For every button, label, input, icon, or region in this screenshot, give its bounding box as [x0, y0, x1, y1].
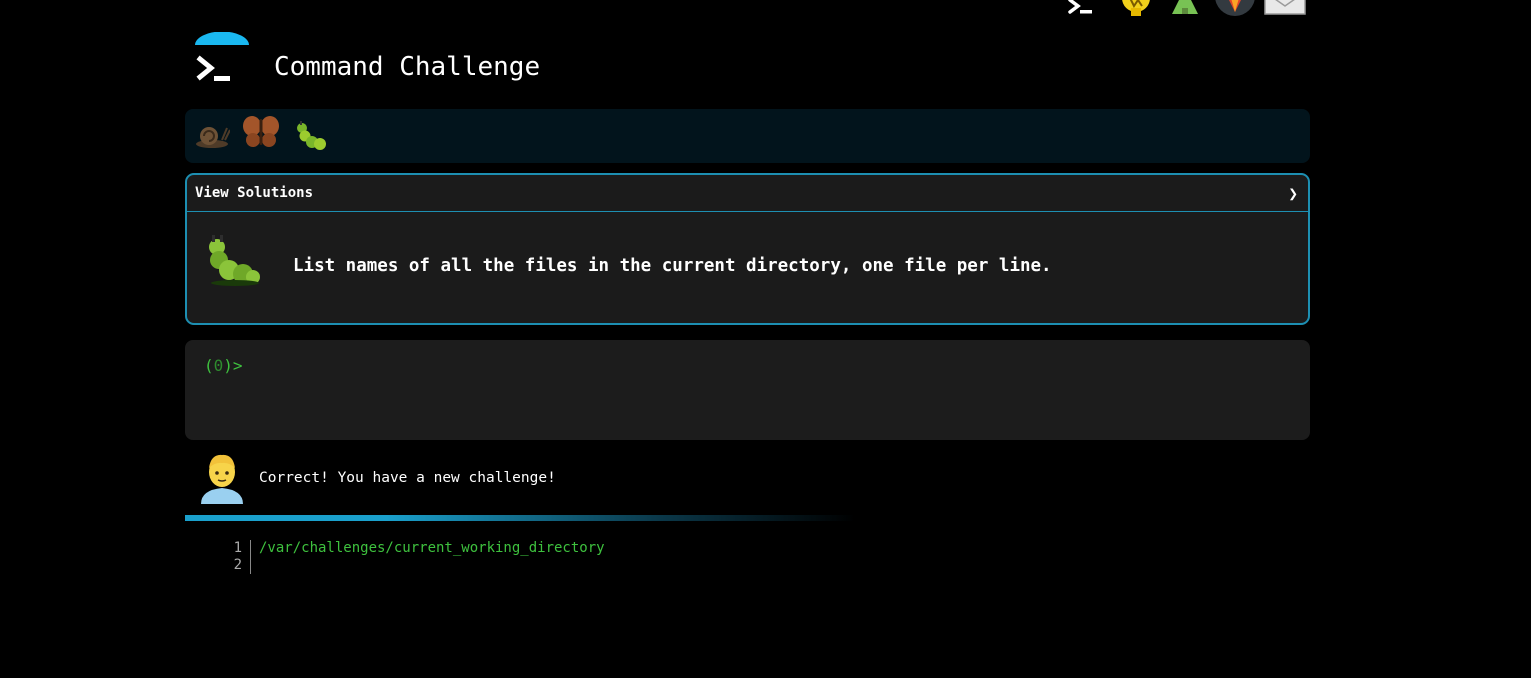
top-nav	[1066, 0, 1312, 18]
terminal-prompt-icon[interactable]	[193, 31, 251, 90]
tree-icon[interactable]	[1170, 0, 1200, 20]
lightbulb-icon[interactable]	[1118, 0, 1154, 22]
butterfly-icon[interactable]	[242, 115, 280, 153]
progress-bar	[185, 109, 1310, 163]
page-header: Command Challenge	[193, 31, 793, 92]
prompt-open: (	[204, 356, 214, 375]
line-number-gutter: 1 2	[221, 540, 251, 574]
challenge-description: List names of all the files in the curre…	[293, 256, 1052, 276]
terminal-prompt: (0)>	[204, 356, 243, 375]
terminal[interactable]: (0)>	[185, 340, 1310, 440]
output-lines: /var/challenges/current_working_director…	[259, 540, 605, 574]
gitlab-icon[interactable]	[1214, 0, 1256, 22]
snail-icon[interactable]	[194, 120, 231, 154]
view-solutions-label: View Solutions	[195, 185, 314, 201]
view-solutions-toggle[interactable]: View Solutions ❯	[187, 175, 1308, 212]
chevron-right-icon[interactable]: ❯	[1288, 184, 1298, 203]
caterpillar-icon	[203, 233, 263, 293]
command-output: 1 2 /var/challenges/current_working_dire…	[185, 540, 985, 580]
output-line: /var/challenges/current_working_director…	[259, 540, 605, 556]
terminal-icon[interactable]	[1066, 0, 1096, 22]
prompt-close: )>	[223, 356, 243, 375]
gradient-divider	[185, 515, 855, 521]
man-technologist-icon	[199, 452, 245, 510]
line-number: 2	[233, 557, 242, 573]
mail-icon[interactable]	[1264, 0, 1306, 22]
line-number: 1	[233, 540, 242, 556]
feedback-text: Correct! You have a new challenge!	[259, 470, 556, 486]
terminal-input[interactable]	[249, 352, 1293, 378]
page-title: Command Challenge	[274, 52, 541, 82]
challenge-card: View Solutions ❯ List names of all the f…	[185, 173, 1310, 325]
caterpillar-icon[interactable]	[295, 121, 329, 157]
prompt-count: 0	[213, 356, 224, 375]
feedback-message: Correct! You have a new challenge!	[185, 450, 885, 510]
